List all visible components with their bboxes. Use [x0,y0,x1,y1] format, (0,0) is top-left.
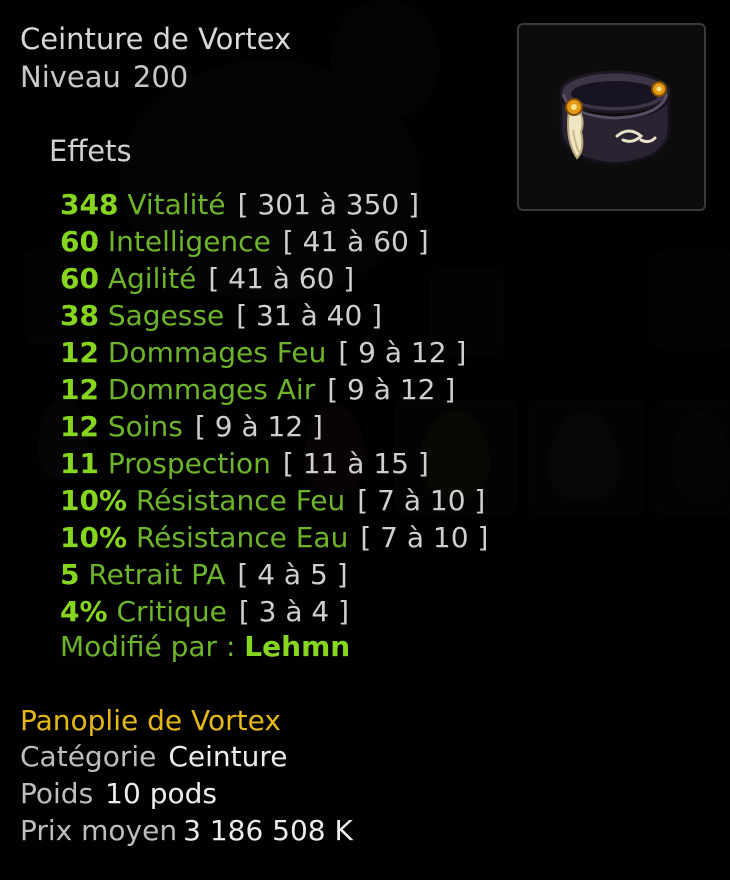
effect-range: [ 3 à 4 ] [238,595,350,628]
modified-by: Modifié par : Lehmn [60,630,350,663]
effect-value: 38 [60,299,99,332]
weight-value: 10 pods [105,777,217,810]
effect-range: [ 41 à 60 ] [282,225,429,258]
effect-range: [ 4 à 5 ] [237,558,348,591]
effects-list: 348 Vitalité [ 301 à 350 ] 60 Intelligenc… [60,186,488,630]
effect-range: [ 9 à 12 ] [327,373,456,406]
effect-value: 5 [60,558,80,591]
effect-name: Résistance Feu [135,484,346,517]
effect-name: Dommages Air [107,373,316,406]
effect-name: Résistance Eau [135,521,349,554]
effect-name: Prospection [107,447,271,480]
effect-name: Vitalité [127,188,226,221]
effect-row: 348 Vitalité [ 301 à 350 ] [60,186,488,223]
category-label: Catégorie [20,740,157,773]
effect-value: 348 [60,188,119,221]
effect-row: 60 Agilité [ 41 à 60 ] [60,260,488,297]
effect-row: 12 Dommages Feu [ 9 à 12 ] [60,334,488,371]
effect-row: 11 Prospection [ 11 à 15 ] [60,445,488,482]
weight-label: Poids [20,777,94,810]
effect-range: [ 9 à 12 ] [194,410,323,443]
effect-range: [ 11 à 15 ] [282,447,429,480]
belt-icon [559,70,671,166]
effect-range: [ 41 à 60 ] [208,262,355,295]
effect-row: 38 Sagesse [ 31 à 40 ] [60,297,488,334]
effect-row: 60 Intelligence [ 41 à 60 ] [60,223,488,260]
effect-value: 60 [60,225,99,258]
effect-name: Intelligence [107,225,271,258]
effect-row: 4% Critique [ 3 à 4 ] [60,593,488,630]
category-row: Catégorie Ceinture [20,740,288,773]
effect-value: 12 [60,373,99,406]
price-row: Prix moyen 3 186 508 K [20,814,353,847]
effect-row: 12 Soins [ 9 à 12 ] [60,408,488,445]
effect-name: Sagesse [107,299,225,332]
item-level: Niveau 200 [20,60,188,94]
effects-heading: Effets [49,134,132,168]
item-image-frame [517,23,706,211]
category-value: Ceinture [168,740,288,773]
effect-range: [ 7 à 10 ] [360,521,489,554]
effect-value: 4% [60,595,108,628]
weight-row: Poids 10 pods [20,777,217,810]
effect-row: 5 Retrait PA [ 4 à 5 ] [60,556,488,593]
modified-author: Lehmn [244,630,351,663]
effect-range: [ 301 à 350 ] [237,188,420,221]
effect-name: Retrait PA [88,558,226,591]
effect-value: 60 [60,262,99,295]
effect-range: [ 9 à 12 ] [338,336,467,369]
item-tooltip: Ceinture de Vortex Niveau 200 Effets 348… [0,0,730,880]
effect-value: 10% [60,521,128,554]
effect-row: 12 Dommages Air [ 9 à 12 ] [60,371,488,408]
price-label: Prix moyen [20,814,178,847]
effect-range: [ 31 à 40 ] [236,299,383,332]
effect-row: 10% Résistance Feu [ 7 à 10 ] [60,482,488,519]
item-name: Ceinture de Vortex [20,22,292,56]
price-value: 3 186 508 K [183,814,353,847]
effect-name: Soins [107,410,183,443]
level-value: 200 [132,60,189,94]
effect-value: 12 [60,336,99,369]
modified-label: Modifié par : [60,630,236,663]
level-label: Niveau [20,60,121,94]
effect-value: 12 [60,410,99,443]
effect-value: 10% [60,484,128,517]
set-name[interactable]: Panoplie de Vortex [20,704,281,737]
effect-name: Dommages Feu [107,336,327,369]
effect-range: [ 7 à 10 ] [357,484,486,517]
effect-row: 10% Résistance Eau [ 7 à 10 ] [60,519,488,556]
effect-name: Agilité [107,262,197,295]
effect-value: 11 [60,447,99,480]
effect-name: Critique [116,595,227,628]
